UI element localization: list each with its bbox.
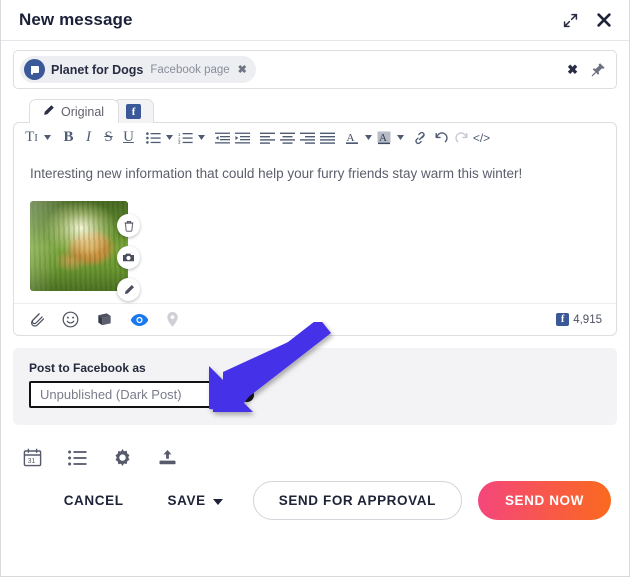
facebook-page-avatar-icon bbox=[24, 59, 45, 80]
editor-footer-icons bbox=[28, 311, 179, 328]
location-pin-icon[interactable] bbox=[166, 311, 179, 328]
chevron-down-icon bbox=[213, 493, 223, 508]
align-right-button[interactable] bbox=[298, 126, 317, 150]
font-color-button[interactable]: A bbox=[343, 126, 362, 150]
character-counter: f 4,915 bbox=[556, 313, 602, 326]
expand-icon[interactable] bbox=[562, 12, 579, 29]
recipient-chip[interactable]: Planet for Dogs Facebook page ✖ bbox=[20, 56, 256, 83]
message-editor: Original f TI B I S U bbox=[13, 99, 617, 336]
redo-button[interactable] bbox=[452, 126, 471, 150]
close-icon[interactable] bbox=[595, 11, 613, 29]
attachment-area bbox=[14, 187, 616, 299]
source-code-button[interactable]: </> bbox=[472, 126, 491, 150]
cancel-button[interactable]: CANCEL bbox=[42, 483, 146, 518]
titlebar-actions bbox=[562, 11, 613, 29]
tab-original-label: Original bbox=[61, 105, 104, 119]
send-for-approval-button[interactable]: SEND FOR APPROVAL bbox=[253, 481, 462, 520]
bold-button[interactable]: B bbox=[59, 126, 78, 150]
post-to-facebook-as-select[interactable]: Unpublished (Dark Post) bbox=[29, 381, 231, 408]
remove-recipient-icon[interactable]: ✖ bbox=[238, 63, 247, 76]
recipient-field[interactable]: Planet for Dogs Facebook page ✖ ✖ bbox=[13, 50, 617, 89]
attachment-actions bbox=[117, 214, 140, 301]
tab-original[interactable]: Original bbox=[29, 99, 119, 123]
settings-gear-icon[interactable] bbox=[113, 448, 132, 467]
svg-text:31: 31 bbox=[28, 458, 36, 465]
recipient-type: Facebook page bbox=[150, 64, 229, 76]
editor-body: TI B I S U 123 bbox=[13, 122, 617, 336]
attach-file-icon[interactable] bbox=[28, 311, 45, 328]
indent-button[interactable] bbox=[233, 126, 252, 150]
highlight-color-button[interactable]: A bbox=[375, 126, 394, 150]
trash-icon[interactable] bbox=[117, 214, 140, 237]
save-button[interactable]: SAVE bbox=[146, 483, 245, 518]
recipient-name: Planet for Dogs bbox=[51, 63, 143, 77]
send-now-button[interactable]: SEND NOW bbox=[478, 481, 611, 520]
dialog-actions: CANCEL SAVE SEND FOR APPROVAL SEND NOW bbox=[1, 475, 629, 520]
align-justify-button[interactable] bbox=[318, 126, 337, 150]
svg-text:A: A bbox=[347, 132, 355, 144]
text-style-button[interactable]: TI bbox=[22, 126, 41, 150]
pin-icon[interactable] bbox=[591, 62, 606, 77]
pencil-icon[interactable] bbox=[117, 278, 140, 301]
bullet-list-button[interactable] bbox=[144, 126, 163, 150]
tab-facebook[interactable]: f bbox=[113, 99, 154, 123]
golden-retriever-photo bbox=[30, 201, 128, 291]
help-icon[interactable]: ? bbox=[240, 388, 254, 402]
page-title: New message bbox=[19, 10, 133, 30]
svg-text:A: A bbox=[379, 132, 387, 144]
facebook-icon: f bbox=[556, 313, 569, 326]
font-color-caret-icon[interactable] bbox=[363, 135, 374, 140]
clear-recipients-icon[interactable]: ✖ bbox=[567, 62, 578, 78]
post-as-label: Post to Facebook as bbox=[29, 361, 601, 375]
bullet-list-caret-icon[interactable] bbox=[164, 135, 175, 140]
outdent-button[interactable] bbox=[213, 126, 232, 150]
svg-text:3: 3 bbox=[178, 140, 181, 144]
editor-tabs: Original f bbox=[13, 99, 617, 123]
composer-tools: 31 bbox=[1, 425, 629, 475]
post-as-row: Unpublished (Dark Post) ? bbox=[29, 381, 601, 408]
text-style-caret-icon[interactable] bbox=[42, 135, 53, 140]
recipient-actions: ✖ bbox=[567, 62, 608, 78]
formatting-toolbar: TI B I S U 123 bbox=[14, 123, 616, 152]
dark-post-panel: Post to Facebook as Unpublished (Dark Po… bbox=[13, 348, 617, 425]
attachment-thumbnail[interactable] bbox=[30, 201, 128, 291]
pencil-icon bbox=[42, 104, 55, 120]
link-button[interactable] bbox=[412, 126, 431, 150]
facebook-icon: f bbox=[126, 104, 141, 119]
dialog-titlebar: New message bbox=[1, 0, 629, 41]
upload-icon[interactable] bbox=[158, 449, 177, 466]
undo-button[interactable] bbox=[432, 126, 451, 150]
preview-eye-icon[interactable] bbox=[130, 313, 149, 327]
highlight-color-caret-icon[interactable] bbox=[395, 135, 406, 140]
content-library-icon[interactable] bbox=[96, 312, 113, 328]
strikethrough-button[interactable]: S bbox=[99, 126, 118, 150]
numbered-list-caret-icon[interactable] bbox=[196, 135, 207, 140]
message-text[interactable]: Interesting new information that could h… bbox=[14, 152, 616, 187]
character-count-value: 4,915 bbox=[573, 314, 602, 326]
new-message-dialog: New message Planet for Dogs Facebook pag… bbox=[0, 0, 630, 577]
post-to-facebook-as-select-wrap: Unpublished (Dark Post) bbox=[29, 381, 231, 408]
emoji-icon[interactable] bbox=[62, 311, 79, 328]
numbered-list-button[interactable]: 123 bbox=[176, 126, 195, 150]
queue-list-icon[interactable] bbox=[68, 450, 87, 466]
underline-button[interactable]: U bbox=[119, 126, 138, 150]
editor-footer: f 4,915 bbox=[14, 303, 616, 335]
camera-icon[interactable] bbox=[117, 246, 140, 269]
italic-button[interactable]: I bbox=[79, 126, 98, 150]
schedule-calendar-icon[interactable]: 31 bbox=[23, 448, 42, 467]
save-button-label: SAVE bbox=[168, 493, 206, 508]
align-left-button[interactable] bbox=[258, 126, 277, 150]
align-center-button[interactable] bbox=[278, 126, 297, 150]
